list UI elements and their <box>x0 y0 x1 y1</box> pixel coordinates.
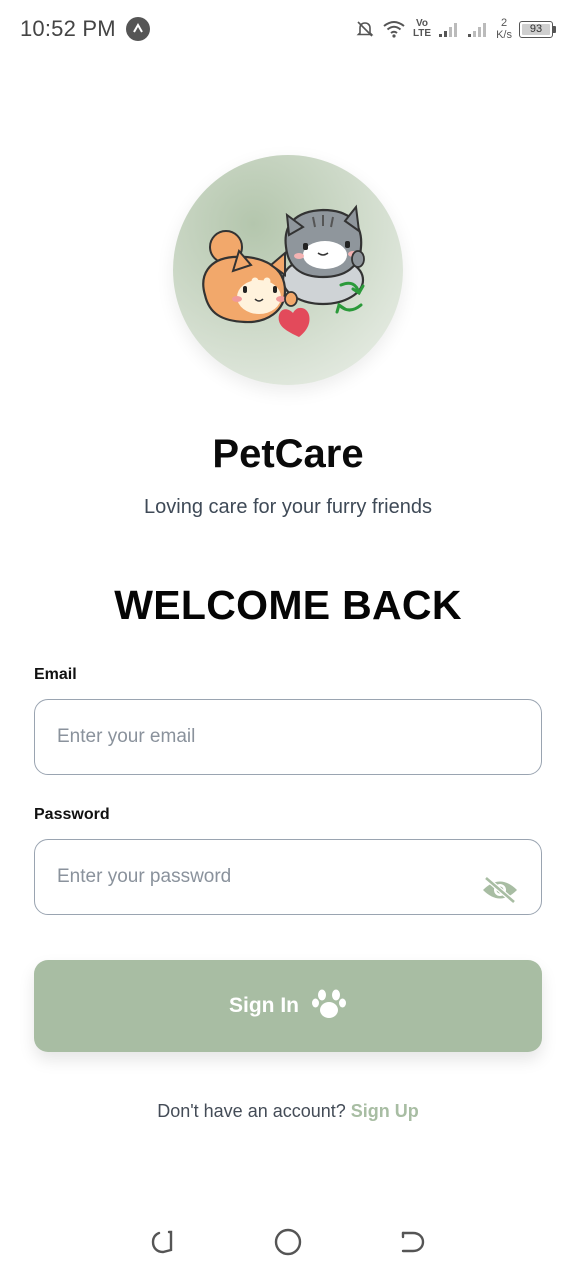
email-label: Email <box>34 666 77 683</box>
email-field[interactable] <box>57 726 519 748</box>
signup-prompt: Don't have an account? Sign Up <box>0 1101 576 1122</box>
welcome-heading: WELCOME BACK <box>114 582 462 628</box>
caret-up-icon <box>125 17 150 41</box>
password-label: Password <box>34 806 110 823</box>
paw-icon <box>311 986 347 1026</box>
pet-mascots-logo <box>173 155 403 385</box>
system-nav-bar <box>0 1212 576 1272</box>
status-time: 10:52 PM <box>20 16 116 41</box>
password-field[interactable] <box>57 866 519 888</box>
heart-icon <box>278 307 310 337</box>
recent-apps-icon[interactable] <box>138 1217 188 1267</box>
battery-level: 93 <box>529 23 543 35</box>
signal-icon-sim2 <box>467 20 489 38</box>
login-screen: 10:52 PM Vo LTE 2 K/s 93 PetCare Loving … <box>0 0 576 1280</box>
signal-icon <box>438 20 460 38</box>
muted-bell-icon <box>355 19 375 39</box>
email-field-container <box>34 699 542 775</box>
no-account-text: Don't have an account? <box>157 1101 346 1121</box>
eye-off-icon[interactable] <box>481 875 519 910</box>
net-speed: 2 K/s <box>496 17 512 41</box>
status-bar: 10:52 PM Vo LTE 2 K/s 93 <box>0 0 576 58</box>
sign-up-link[interactable]: Sign Up <box>351 1101 419 1121</box>
password-field-container <box>34 839 542 915</box>
battery-icon: 93 <box>519 20 556 38</box>
sign-in-button[interactable]: Sign In <box>34 960 542 1052</box>
back-icon[interactable] <box>388 1217 438 1267</box>
sign-in-label: Sign In <box>229 994 299 1017</box>
app-tagline: Loving care for your furry friends <box>144 496 432 518</box>
home-circle-icon[interactable] <box>263 1217 313 1267</box>
app-title: PetCare <box>212 432 364 476</box>
wifi-icon <box>382 19 406 39</box>
shiba-dog-illustration <box>202 230 298 324</box>
volte-indicator: Vo LTE <box>412 18 432 39</box>
